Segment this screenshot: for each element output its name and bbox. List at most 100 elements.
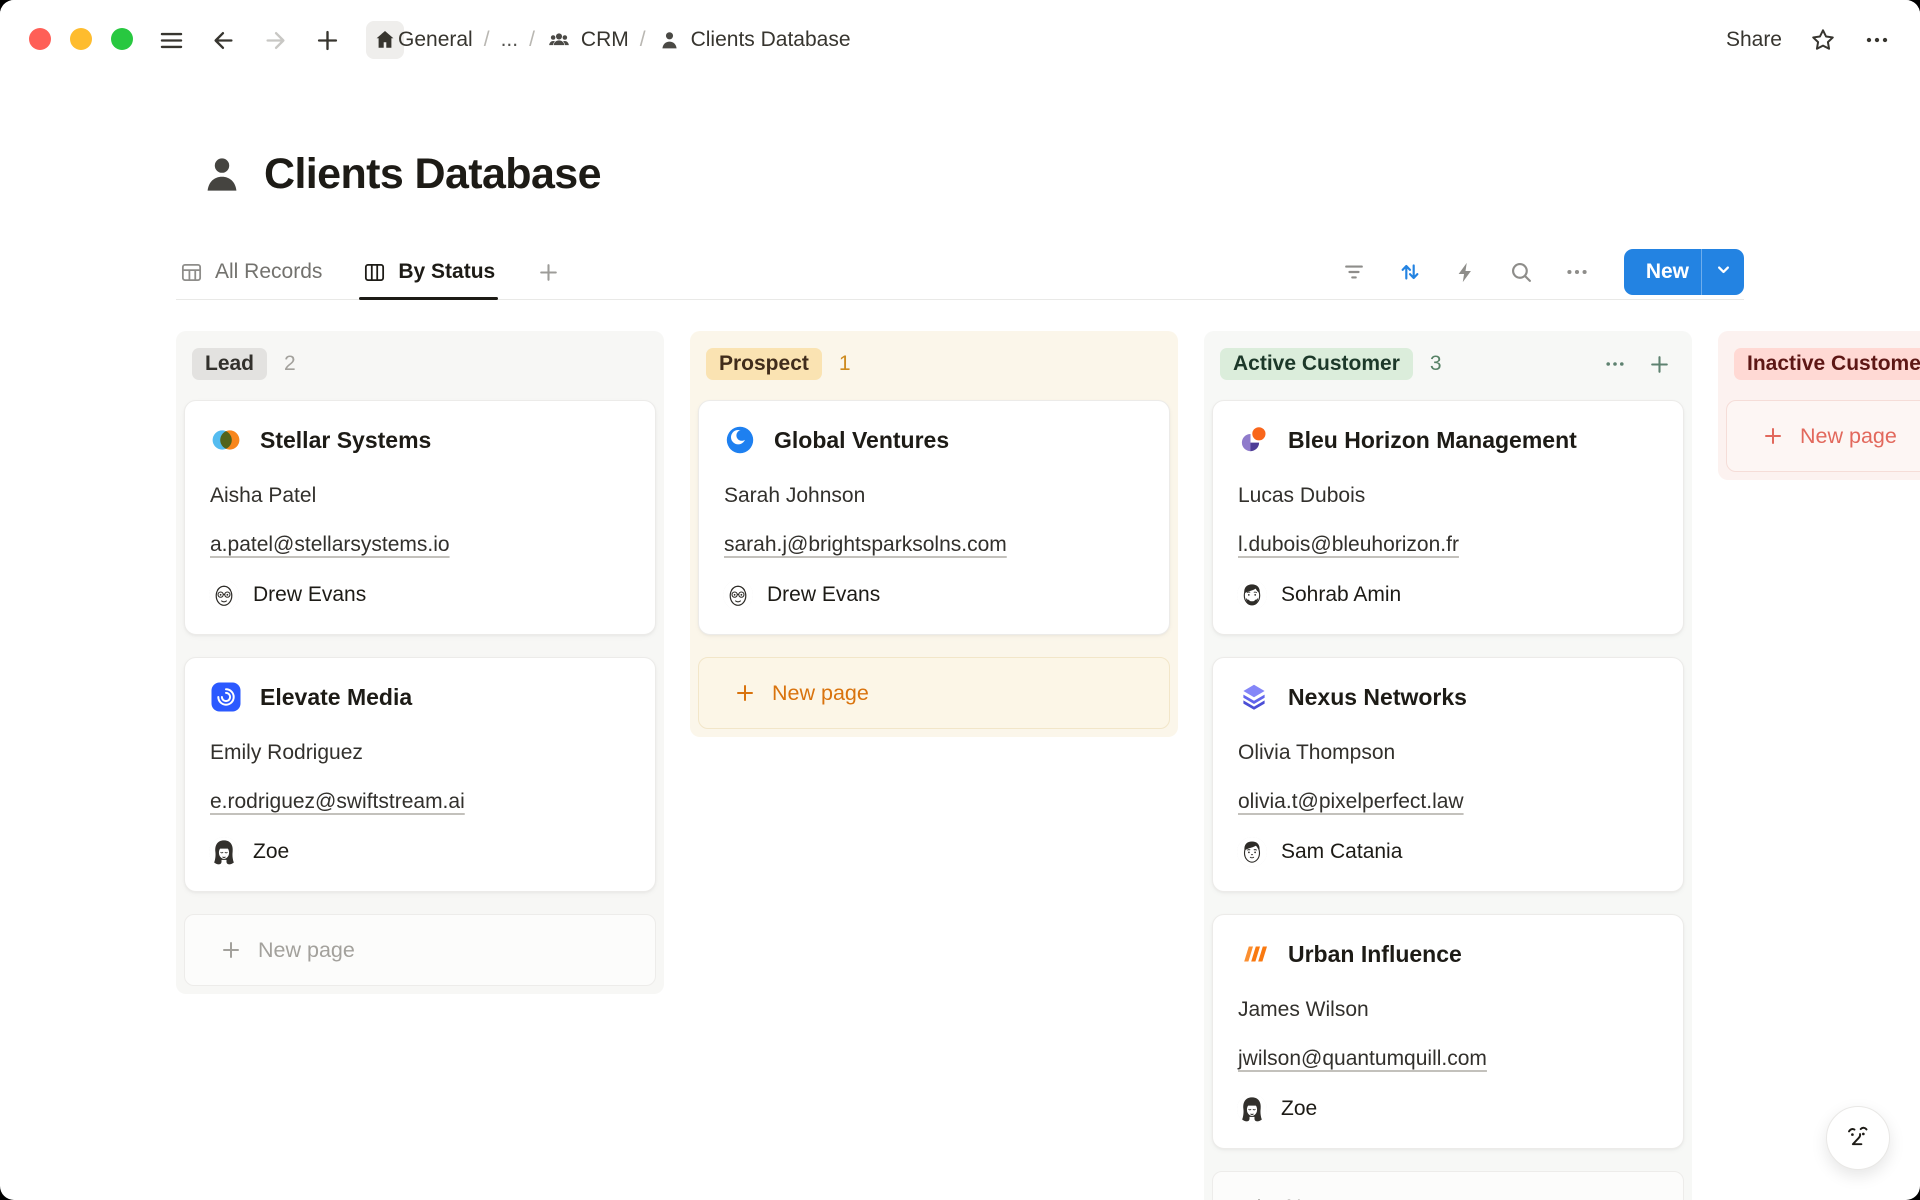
column-cards: Global Ventures Sarah Johnson sarah.j@br… xyxy=(698,400,1170,635)
breadcrumb-separator: / xyxy=(640,28,646,52)
page-more-button[interactable] xyxy=(1864,27,1890,53)
more-icon xyxy=(1564,259,1590,285)
sort-icon xyxy=(1397,259,1423,285)
client-card[interactable]: Nexus Networks Olivia Thompson olivia.t@… xyxy=(1212,657,1684,892)
owner-avatar xyxy=(1237,1094,1267,1124)
forward-button[interactable] xyxy=(262,27,289,54)
owner-name: Zoe xyxy=(1281,1097,1317,1121)
owner-row: Sohrab Amin xyxy=(1237,580,1659,610)
owner-name: Sam Catania xyxy=(1281,840,1402,864)
client-card[interactable]: Stellar Systems Aisha Patel a.patel@stel… xyxy=(184,400,656,635)
plus-icon xyxy=(1247,1195,1271,1200)
board-column: Active Customer 3 Bleu Horizon Managemen… xyxy=(1204,331,1692,1200)
column-controls xyxy=(1603,352,1676,377)
back-icon xyxy=(210,27,237,54)
column-count: 2 xyxy=(284,352,296,376)
company-name: Bleu Horizon Management xyxy=(1288,427,1577,454)
share-button[interactable]: Share xyxy=(1726,28,1782,52)
add-view-button[interactable] xyxy=(536,260,561,285)
company-logo-icon xyxy=(1237,937,1271,971)
column-add-button[interactable] xyxy=(1647,352,1672,377)
email-link[interactable]: jwilson@quantumquill.com xyxy=(1238,1047,1487,1071)
breadcrumb-page[interactable]: Clients Database xyxy=(691,28,851,52)
tab-label: All Records xyxy=(215,260,322,284)
client-card[interactable]: Elevate Media Emily Rodriguez e.rodrigue… xyxy=(184,657,656,892)
new-record-label: New xyxy=(1624,249,1701,295)
plus-icon xyxy=(1647,352,1672,377)
new-page-button[interactable]: New page xyxy=(184,914,656,986)
status-badge[interactable]: Lead xyxy=(192,348,267,380)
view-more-button[interactable] xyxy=(1564,259,1590,285)
client-card[interactable]: Global Ventures Sarah Johnson sarah.j@br… xyxy=(698,400,1170,635)
column-count: 1 xyxy=(839,352,851,376)
new-page-label: New page xyxy=(1286,1195,1383,1200)
new-page-button[interactable]: New page xyxy=(698,657,1170,729)
search-button[interactable] xyxy=(1508,259,1534,285)
column-header: Lead 2 xyxy=(192,345,648,383)
company-logo-icon xyxy=(1237,680,1271,714)
new-tab-button[interactable] xyxy=(314,27,341,54)
contact-name: James Wilson xyxy=(1238,998,1659,1022)
favorite-button[interactable] xyxy=(1809,26,1837,54)
page-title[interactable]: Clients Database xyxy=(264,150,601,199)
breadcrumb-collapsed[interactable]: ... xyxy=(501,28,519,52)
topbar: General / ... / CRM / Clients Database S… xyxy=(0,0,1920,80)
contact-name: Sarah Johnson xyxy=(724,484,1145,508)
tab-all-records[interactable]: All Records xyxy=(176,245,325,299)
column-cards: Stellar Systems Aisha Patel a.patel@stel… xyxy=(184,400,656,892)
plus-icon xyxy=(219,938,243,962)
breadcrumb-crm[interactable]: CRM xyxy=(581,28,629,52)
lightning-icon xyxy=(1453,260,1478,285)
board: Lead 2 Stellar Systems Aisha Patel a.pat… xyxy=(176,331,1920,1200)
filter-icon xyxy=(1341,259,1367,285)
plus-icon xyxy=(733,681,757,705)
status-badge[interactable]: Prospect xyxy=(706,348,822,380)
new-page-button[interactable]: New page xyxy=(1212,1171,1684,1200)
more-icon xyxy=(1603,352,1627,376)
maximize-window-button[interactable] xyxy=(111,28,133,50)
breadcrumb-general[interactable]: General xyxy=(398,28,473,52)
sidebar-menu-button[interactable] xyxy=(158,27,185,54)
owner-row: Zoe xyxy=(209,837,631,867)
new-record-dropdown-button[interactable] xyxy=(1702,249,1744,295)
minimize-window-button[interactable] xyxy=(70,28,92,50)
tab-by-status[interactable]: By Status xyxy=(359,245,498,299)
card-title-row: Nexus Networks xyxy=(1237,680,1659,714)
window-controls xyxy=(29,28,133,50)
company-name: Nexus Networks xyxy=(1288,684,1467,711)
client-card[interactable]: Bleu Horizon Management Lucas Dubois l.d… xyxy=(1212,400,1684,635)
card-title-row: Global Ventures xyxy=(723,423,1145,457)
person-icon xyxy=(657,28,682,53)
ai-assistant-button[interactable] xyxy=(1826,1106,1890,1170)
card-title-row: Bleu Horizon Management xyxy=(1237,423,1659,457)
contact-name: Olivia Thompson xyxy=(1238,741,1659,765)
email-link[interactable]: l.dubois@bleuhorizon.fr xyxy=(1238,533,1459,557)
page-person-icon[interactable] xyxy=(198,151,246,199)
email-link[interactable]: olivia.t@pixelperfect.law xyxy=(1238,790,1464,814)
automation-button[interactable] xyxy=(1453,260,1478,285)
email-link[interactable]: e.rodriguez@swiftstream.ai xyxy=(210,790,465,814)
sort-button[interactable] xyxy=(1397,259,1423,285)
owner-row: Zoe xyxy=(1237,1094,1659,1124)
email-link[interactable]: a.patel@stellarsystems.io xyxy=(210,533,450,557)
app-window: General / ... / CRM / Clients Database S… xyxy=(0,0,1920,1200)
filter-button[interactable] xyxy=(1341,259,1367,285)
email-link[interactable]: sarah.j@brightsparksolns.com xyxy=(724,533,1007,557)
owner-row: Drew Evans xyxy=(723,580,1145,610)
back-button[interactable] xyxy=(210,27,237,54)
new-record-button[interactable]: New xyxy=(1624,249,1744,295)
client-card[interactable]: Urban Influence James Wilson jwilson@qua… xyxy=(1212,914,1684,1149)
column-more-button[interactable] xyxy=(1603,352,1627,376)
board-column: Prospect 1 Global Ventures Sarah Johnson… xyxy=(690,331,1178,737)
menu-icon xyxy=(158,27,185,54)
column-cards: Bleu Horizon Management Lucas Dubois l.d… xyxy=(1212,400,1684,1149)
new-page-button[interactable]: New page xyxy=(1726,400,1920,472)
new-page-label: New page xyxy=(772,681,869,706)
owner-avatar xyxy=(209,580,239,610)
status-badge[interactable]: Active Customer xyxy=(1220,348,1413,380)
view-toolbar: New xyxy=(1341,245,1744,299)
status-badge[interactable]: Inactive Customer xyxy=(1734,348,1920,380)
company-name: Urban Influence xyxy=(1288,941,1462,968)
contact-name: Emily Rodriguez xyxy=(210,741,631,765)
close-window-button[interactable] xyxy=(29,28,51,50)
